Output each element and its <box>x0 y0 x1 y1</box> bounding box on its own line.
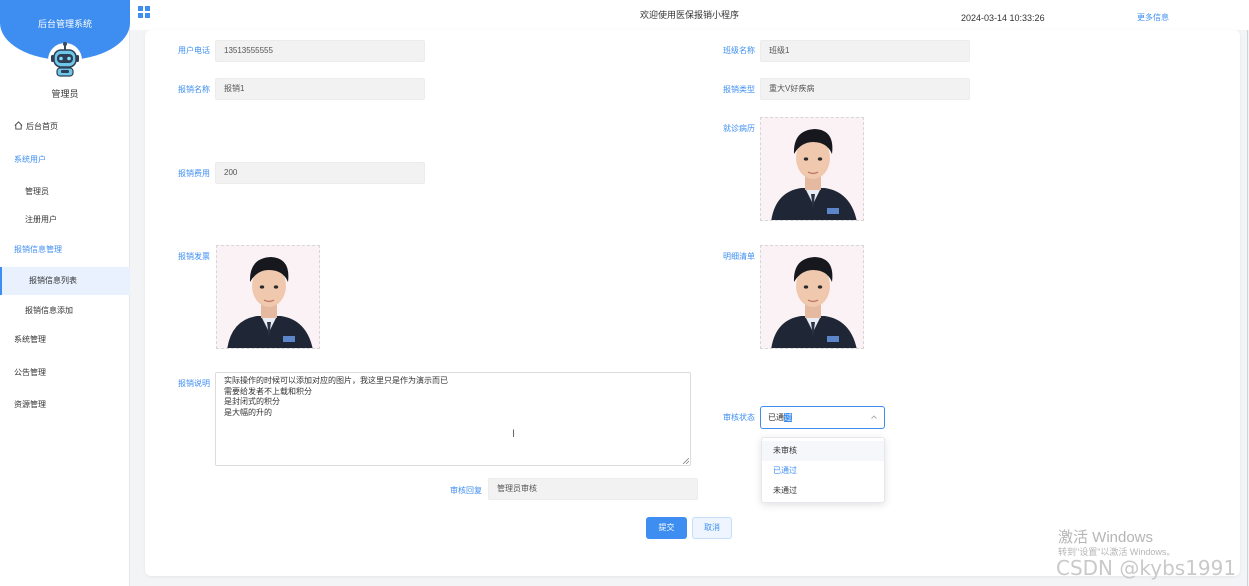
fee-label: 报销费用 <box>178 169 210 178</box>
reimb-name-label: 报销名称 <box>178 85 210 94</box>
sidebar-item-home[interactable]: 后台首页 <box>0 113 130 141</box>
cancel-button[interactable]: 取消 <box>692 517 732 539</box>
reimb-type-field[interactable]: 重大V好疾病 <box>760 78 970 100</box>
fee-field[interactable]: 200 <box>215 162 425 184</box>
audit-reply-label: 审核回复 <box>450 486 482 495</box>
audit-status-label: 审核状态 <box>723 413 755 422</box>
datetime-display: 2024-03-14 10:33:26 <box>961 13 1045 23</box>
audit-status-dropdown: 未审核 已通过 未通过 <box>761 437 885 503</box>
topbar: 欢迎使用医保报销小程序 2024-03-14 10:33:26 更多信息 <box>130 0 1249 30</box>
welcome-text: 欢迎使用医保报销小程序 <box>640 10 740 20</box>
audit-reply-field[interactable]: 管理员审核 <box>488 478 698 500</box>
sidebar-item-label: 报销信息添加 <box>25 306 73 315</box>
sidebar-item-reimbursement-mgmt[interactable]: 报销信息管理 <box>0 236 130 264</box>
portrait-image <box>761 118 863 220</box>
sidebar-item-label: 后台首页 <box>26 122 58 131</box>
sidebar-item-label: 资源管理 <box>14 400 46 409</box>
sidebar-item-label: 公告管理 <box>14 368 46 377</box>
more-info-link[interactable]: 更多信息 <box>1137 12 1169 23</box>
submit-button[interactable]: 提交 <box>646 517 687 539</box>
sidebar-item-registered-users[interactable]: 注册用户 <box>0 206 130 234</box>
reimb-name-field[interactable]: 报销1 <box>215 78 425 100</box>
description-line: 是封闭式的积分 <box>224 397 280 406</box>
sidebar-item-reimbursement-list[interactable]: 报销信息列表 <box>0 267 130 295</box>
portrait-image <box>761 246 863 348</box>
resize-handle-icon[interactable] <box>683 458 689 464</box>
sidebar-item-label: 报销信息管理 <box>14 245 62 254</box>
brand-title: 后台管理系统 <box>37 19 92 29</box>
invoice-image[interactable] <box>216 245 320 349</box>
audit-option-pending[interactable]: 未审核 <box>762 441 884 461</box>
description-line: 是大幅的升的 <box>224 407 272 417</box>
class-field[interactable]: 班级1 <box>760 40 970 62</box>
csdn-watermark: CSDN @kybs1991 <box>1056 556 1237 580</box>
audit-status-select[interactable]: 已通过 <box>760 406 885 429</box>
portrait-image <box>217 246 319 348</box>
sidebar-item-system-users[interactable]: 系统用户 <box>0 146 130 174</box>
description-line: 需要给发者不上载和积分 <box>224 386 312 396</box>
medical-record-label: 就诊病历 <box>723 124 755 133</box>
chevron-up-icon <box>871 415 877 419</box>
sidebar-item-admins[interactable]: 管理员 <box>0 178 130 206</box>
sidebar-item-announcement-mgmt[interactable]: 公告管理 <box>0 359 130 387</box>
windows-activation-title: 激活 Windows <box>1058 529 1154 546</box>
grid-menu-icon[interactable] <box>138 6 150 18</box>
phone-label: 用户电话 <box>178 46 210 55</box>
description-textarea[interactable]: 实际操作的时候可以添加对应的图片，我这里只是作为演示而已 需要给发者不上载和积分… <box>215 372 691 466</box>
audit-status-value: 已通 <box>768 413 784 422</box>
invoice-label: 报销发票 <box>178 252 210 261</box>
scrollbar[interactable] <box>1247 30 1248 586</box>
robot-avatar-icon[interactable] <box>47 40 83 84</box>
detail-list-image[interactable] <box>760 245 864 349</box>
sidebar-item-system-mgmt[interactable]: 系统管理 <box>0 326 130 354</box>
description-line: 实际操作的时候可以添加对应的图片，我这里只是作为演示而已 <box>224 376 448 385</box>
audit-status-selection: 过 <box>784 413 792 422</box>
home-icon <box>14 121 23 130</box>
sidebar-item-label: 管理员 <box>25 187 49 196</box>
description-label: 报销说明 <box>178 379 210 388</box>
text-cursor-icon: I <box>512 428 516 440</box>
sidebar-item-reimbursement-add[interactable]: 报销信息添加 <box>0 297 130 325</box>
sidebar-item-label: 注册用户 <box>25 215 57 224</box>
medical-record-image[interactable] <box>760 117 864 221</box>
audit-option-approved[interactable]: 已通过 <box>762 461 884 481</box>
admin-name: 管理员 <box>51 89 79 99</box>
sidebar-item-label: 报销信息列表 <box>29 276 77 285</box>
class-label: 班级名称 <box>723 46 755 55</box>
sidebar-item-resource-mgmt[interactable]: 资源管理 <box>0 391 130 419</box>
detail-list-label: 明细清单 <box>723 252 755 261</box>
audit-option-rejected[interactable]: 未通过 <box>762 481 884 501</box>
sidebar: 后台管理系统 管理员 后台首页 系统用户 管理员 注册用户 报销信息管理 报销信… <box>0 0 130 586</box>
reimb-type-label: 报销类型 <box>723 85 755 94</box>
phone-field[interactable]: 13513555555 <box>215 40 425 62</box>
sidebar-item-label: 系统用户 <box>14 155 46 164</box>
sidebar-item-label: 系统管理 <box>14 335 46 344</box>
